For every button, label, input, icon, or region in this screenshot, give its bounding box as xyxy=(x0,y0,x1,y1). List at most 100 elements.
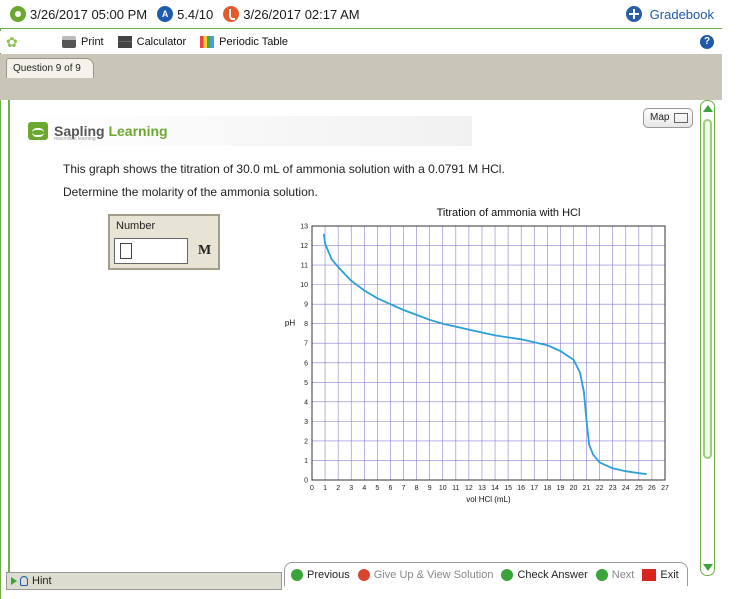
x-tick-label: 9 xyxy=(428,485,432,492)
scroll-up-arrow-icon[interactable] xyxy=(703,105,713,112)
brand-header: Sapling Learning macmillan learning xyxy=(26,116,472,146)
previous-label: Previous xyxy=(307,568,350,581)
exit-icon xyxy=(642,568,657,581)
y-tick-label: 12 xyxy=(300,243,308,250)
due-date-text: 3/26/2017 05:00 PM xyxy=(30,6,148,22)
question-panel: Sapling Learning macmillan learning Map … xyxy=(8,100,700,576)
y-tick-label: 10 xyxy=(300,282,308,289)
y-tick-label: 0 xyxy=(304,478,308,485)
print-button[interactable]: Print xyxy=(62,36,104,48)
y-tick-label: 9 xyxy=(304,302,308,309)
map-icon xyxy=(674,113,688,123)
check-answer-button[interactable]: Check Answer xyxy=(501,568,588,581)
y-tick-label: 4 xyxy=(304,399,308,406)
scroll-thumb[interactable] xyxy=(703,119,712,459)
hint-label: Hint xyxy=(32,575,52,587)
x-tick-label: 13 xyxy=(478,485,486,492)
vertical-scrollbar[interactable] xyxy=(700,100,715,576)
answer-input[interactable] xyxy=(114,238,188,264)
give-up-button[interactable]: Give Up & View Solution xyxy=(357,568,493,581)
x-tick-label: 21 xyxy=(583,485,591,492)
gradebook-icon xyxy=(625,6,642,22)
x-tick-label: 11 xyxy=(452,485,459,492)
tab-bar: Question 9 of 9 xyxy=(0,54,722,100)
periodic-table-button[interactable]: Periodic Table xyxy=(200,36,288,48)
y-tick-label: 3 xyxy=(304,419,308,426)
next-button[interactable]: Next xyxy=(595,568,634,581)
x-tick-label: 16 xyxy=(517,485,525,492)
next-arrow-icon xyxy=(595,568,608,581)
score-icon: A xyxy=(157,6,174,22)
x-tick-label: 22 xyxy=(596,485,604,492)
status-bar: 3/26/2017 05:00 PM A 5.4/10 3/26/2017 02… xyxy=(0,0,722,28)
x-tick-label: 20 xyxy=(570,485,578,492)
calculator-label: Calculator xyxy=(136,36,187,48)
x-tick-label: 24 xyxy=(622,485,630,492)
x-tick-label: 2 xyxy=(336,485,340,492)
help-icon[interactable]: ? xyxy=(700,35,714,49)
calculator-button[interactable]: Calculator xyxy=(117,36,187,48)
previous-button[interactable]: Previous xyxy=(291,568,350,581)
question-text: This graph shows the titration of 30.0 m… xyxy=(63,162,505,176)
map-button[interactable]: Map xyxy=(643,108,693,128)
x-tick-label: 23 xyxy=(609,485,617,492)
last-access-text: 3/26/2017 02:17 AM xyxy=(243,6,360,22)
previous-arrow-icon xyxy=(291,568,303,581)
x-tick-label: 7 xyxy=(402,485,406,492)
x-tick-label: 8 xyxy=(415,485,419,492)
map-label: Map xyxy=(650,112,670,123)
y-tick-label: 5 xyxy=(304,380,308,387)
nav-bar: Previous Give Up & View Solution Check A… xyxy=(284,562,688,586)
y-axis-label: pH xyxy=(285,319,295,328)
x-tick-label: 27 xyxy=(661,485,669,492)
answer-box: Number M xyxy=(108,214,220,270)
answer-unit: M xyxy=(198,243,212,258)
scroll-down-arrow-icon[interactable] xyxy=(703,564,713,571)
x-tick-label: 14 xyxy=(491,485,499,492)
leaf-icon: ✿ xyxy=(6,34,18,50)
y-tick-label: 6 xyxy=(304,360,308,367)
hint-bar[interactable]: Hint xyxy=(6,572,282,590)
x-tick-label: 19 xyxy=(557,485,565,492)
x-tick-label: 26 xyxy=(648,485,656,492)
print-label: Print xyxy=(81,36,104,48)
titration-chart: 0 1 2 3 4 5 6 7 8 9 10 11 12 13 14 15 16 17 18 19 20 21 22 23 24… xyxy=(285,207,669,504)
titration-curve xyxy=(322,233,647,475)
chart-title: Titration of ammonia with HCl xyxy=(437,207,581,219)
last-access: 3/26/2017 02:17 AM xyxy=(223,6,360,22)
y-tick-label: 8 xyxy=(304,321,308,328)
score-text: 5.4/10 xyxy=(177,6,214,22)
x-tick-label: 15 xyxy=(504,485,512,492)
y-tick-label: 13 xyxy=(300,224,308,231)
y-tick-label: 7 xyxy=(304,341,308,348)
periodic-table-label: Periodic Table xyxy=(219,36,289,48)
y-tick-label: 1 xyxy=(304,458,308,465)
x-tick-label: 17 xyxy=(530,485,538,492)
answer-label: Number xyxy=(116,220,156,232)
due-date: 3/26/2017 05:00 PM xyxy=(10,6,147,22)
y-tick-label: 11 xyxy=(301,263,308,270)
brand-subtitle: macmillan learning xyxy=(54,136,96,142)
x-tick-label: 1 xyxy=(323,485,327,492)
toolbar: ✿ Print Calculator Periodic Table ? xyxy=(0,31,722,53)
exit-label: Exit xyxy=(660,568,679,581)
answer-caret xyxy=(120,243,132,259)
x-tick-label: 0 xyxy=(310,485,314,492)
clock-icon xyxy=(10,6,26,22)
tab-question-9[interactable]: Question 9 of 9 xyxy=(6,58,94,78)
expand-arrow-icon xyxy=(11,577,17,585)
x-axis-label: vol HCl (mL) xyxy=(466,495,511,504)
x-tick-label: 18 xyxy=(543,485,551,492)
brand-name-part2: Learning xyxy=(108,123,168,139)
score: A 5.4/10 xyxy=(157,6,213,22)
y-tick-label: 2 xyxy=(304,438,308,445)
history-icon xyxy=(223,6,240,22)
x-tick-label: 3 xyxy=(349,485,353,492)
x-tick-label: 10 xyxy=(439,485,447,492)
gradebook-link[interactable]: Gradebook xyxy=(625,6,714,22)
exit-button[interactable]: Exit xyxy=(642,568,679,581)
printer-icon xyxy=(62,36,76,48)
x-tick-label: 5 xyxy=(375,485,379,492)
calculator-icon xyxy=(117,36,132,48)
x-tick-label: 12 xyxy=(465,485,473,492)
